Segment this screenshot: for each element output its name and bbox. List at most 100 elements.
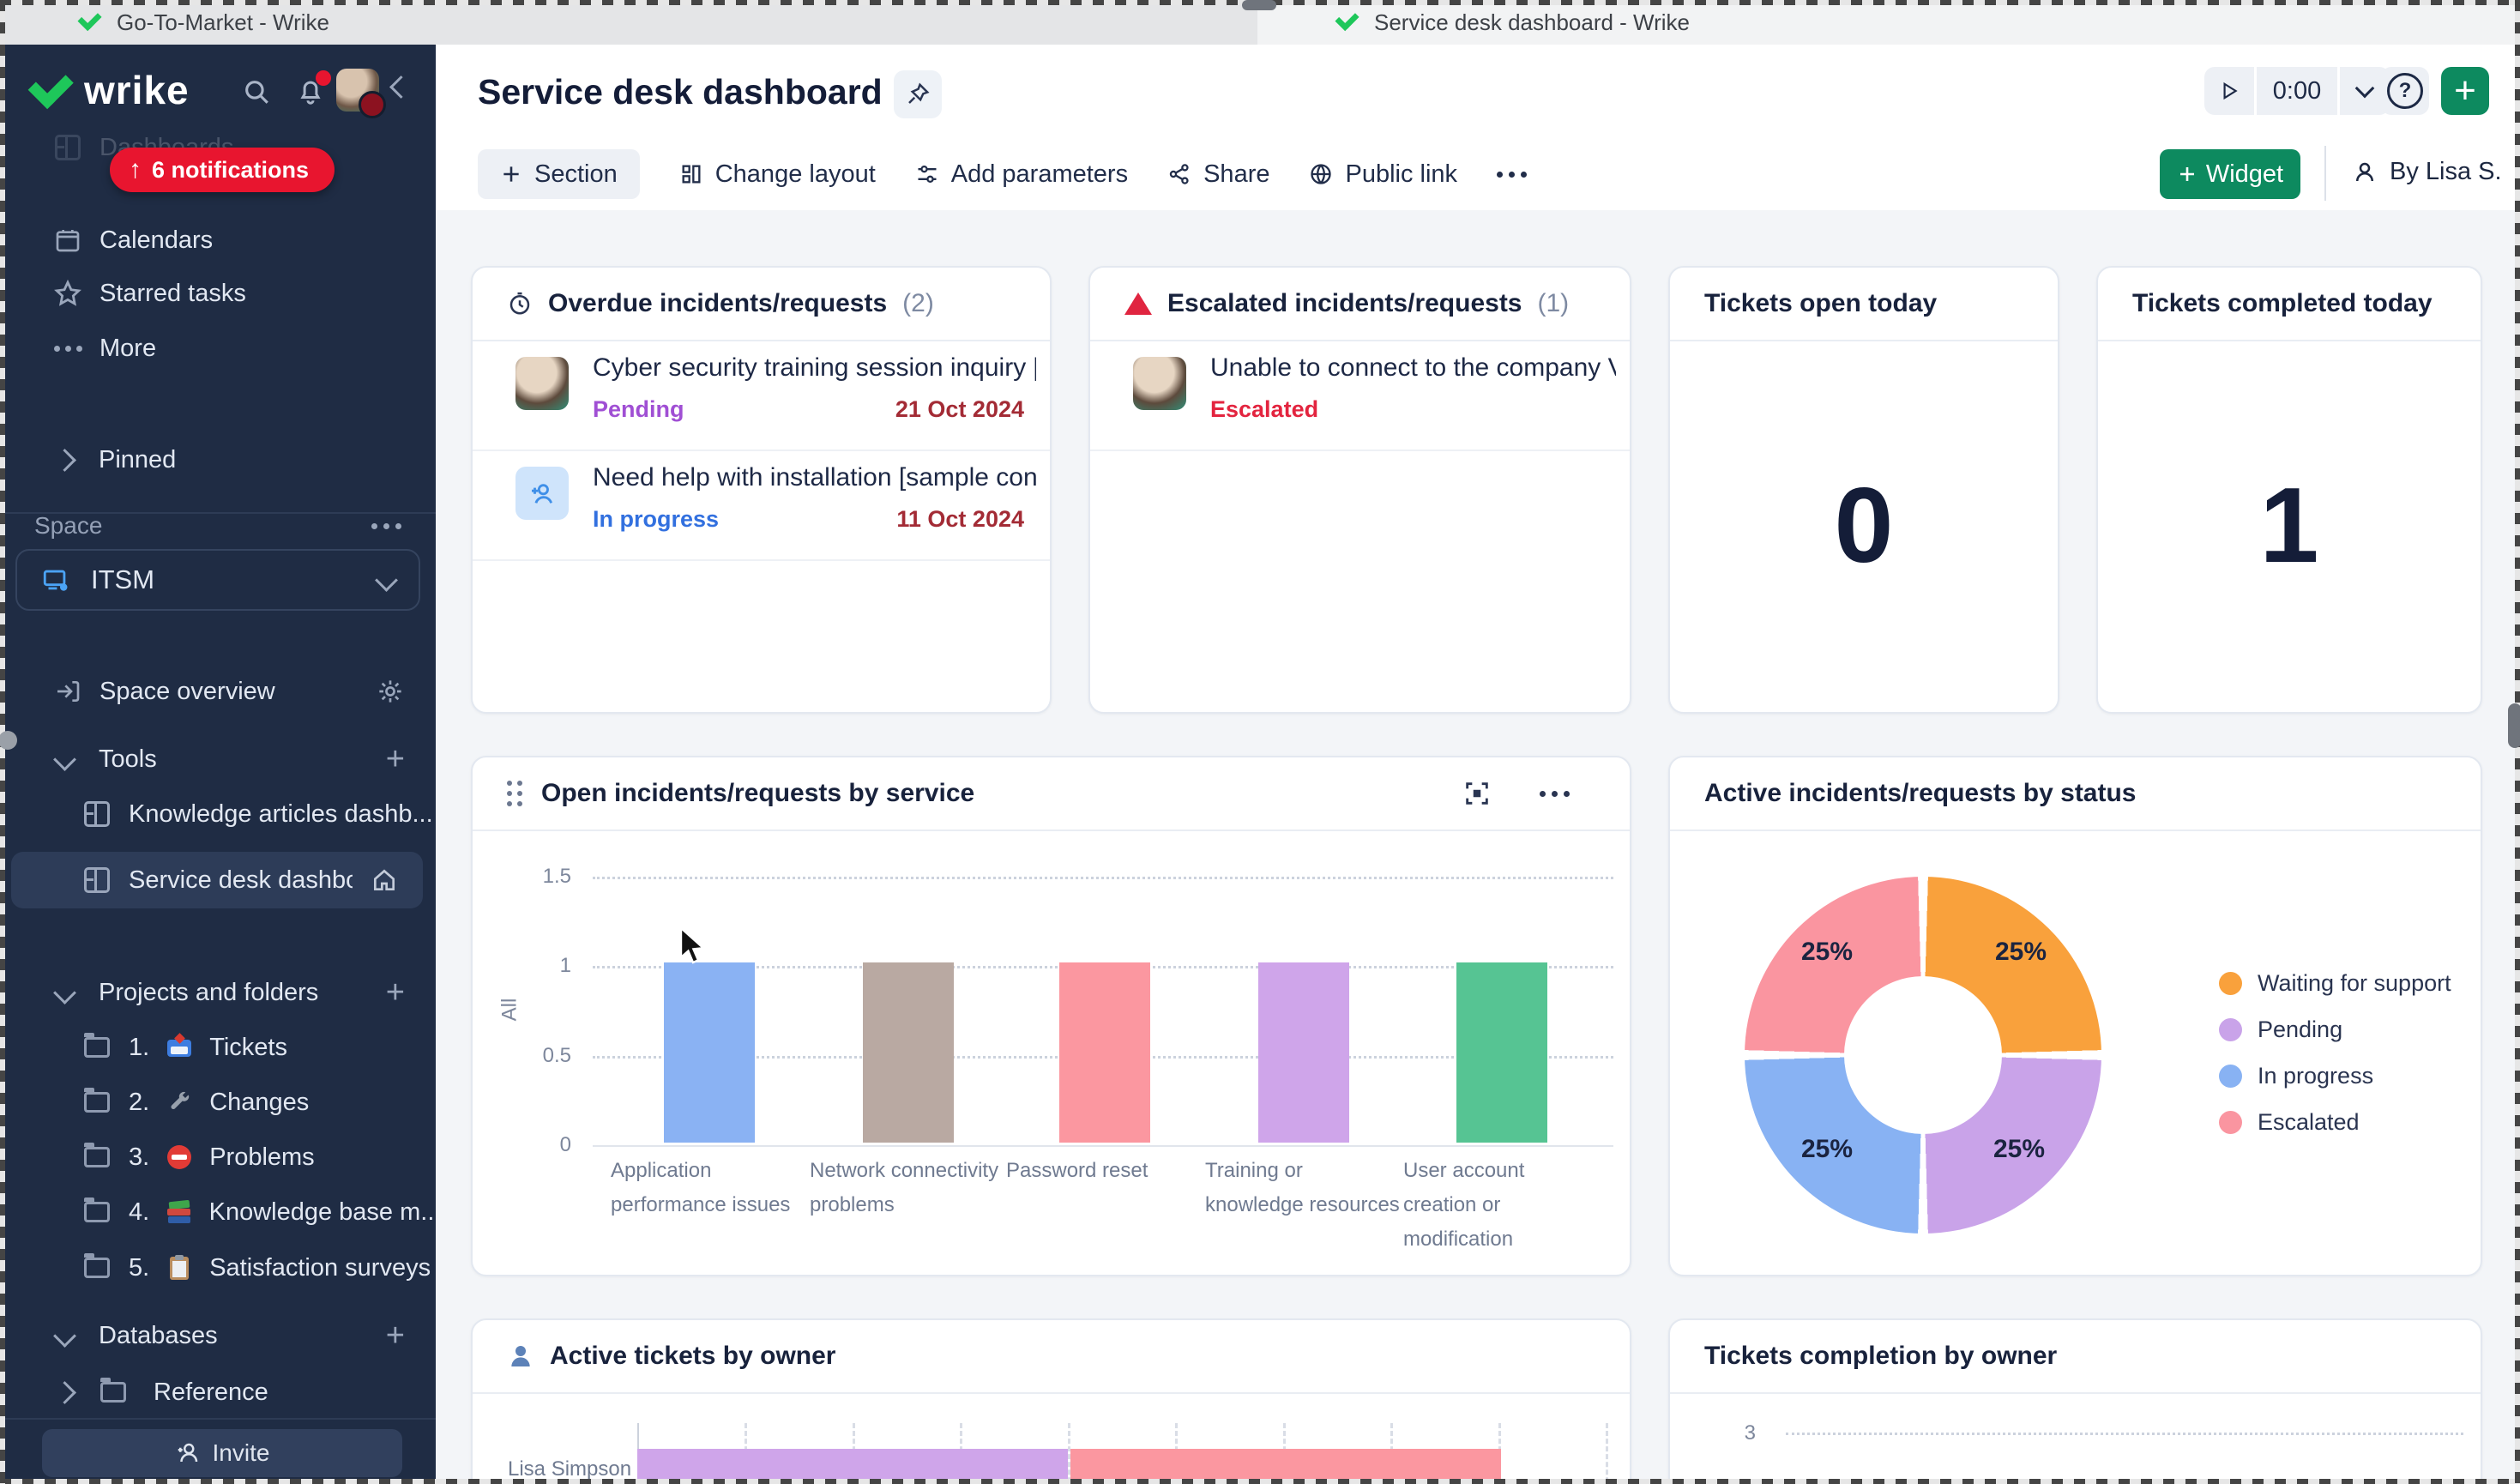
legend-dot [2219, 1065, 2242, 1088]
space-selector[interactable]: ITSM [15, 549, 420, 611]
space-name: ITSM [91, 564, 154, 595]
sidebar-item-satisfaction-surveys[interactable]: 5. Satisfaction surveys [0, 1247, 436, 1288]
timer-group: 0:00 [2204, 67, 2390, 115]
sidebar-item-starred-tasks[interactable]: Starred tasks [0, 273, 436, 314]
sidebar-item-more[interactable]: More [0, 328, 436, 369]
sidebar-item-service-desk-dashboard[interactable]: Service desk dashbo... [11, 852, 423, 908]
sidebar-section-pinned[interactable]: Pinned [0, 439, 436, 480]
legend-item[interactable]: Pending [2219, 1010, 2342, 1048]
public-link-button[interactable]: Public link [1309, 160, 1457, 189]
task-row[interactable]: Need help with installation [sample cont… [473, 449, 1050, 561]
sidebar-item-space-overview[interactable]: Space overview [0, 671, 436, 712]
widget-overdue-incidents: Overdue incidents/requests (2) Cyber sec… [471, 266, 1052, 714]
y-tick: 0 [520, 1133, 571, 1157]
chevron-right-icon [53, 449, 76, 472]
legend-item[interactable]: In progress [2219, 1057, 2373, 1095]
add-tool-icon[interactable]: + [386, 743, 405, 775]
share-button[interactable]: Share [1167, 160, 1269, 189]
sidebar-item-reference[interactable]: Reference [0, 1372, 436, 1413]
arrow-up-icon: ↑ [129, 155, 142, 184]
folder-icon [82, 1197, 112, 1227]
pin-button[interactable] [894, 70, 942, 118]
add-database-icon[interactable]: + [386, 1319, 405, 1352]
change-layout-button[interactable]: Change layout [679, 160, 876, 189]
layout-icon [679, 162, 703, 186]
plus-icon [500, 163, 522, 185]
task-row[interactable]: Cyber security training session inquiry … [473, 340, 1050, 451]
sidebar-section-projects[interactable]: Projects and folders + [0, 972, 436, 1013]
capture-handle-right[interactable] [2508, 703, 2520, 748]
dashboard-icon [82, 866, 112, 895]
notifications-bell-icon[interactable] [295, 75, 326, 106]
globe-icon [1309, 162, 1333, 186]
browser-tab-gtm[interactable]: Go-To-Market - Wrike [0, 0, 1257, 45]
recording-badge [359, 91, 386, 118]
space-overview-icon [53, 677, 82, 706]
tab-title: Service desk dashboard - Wrike [1374, 9, 1690, 36]
folder-icon [82, 1033, 112, 1062]
legend-item[interactable]: Escalated [2219, 1103, 2360, 1141]
metric-value: 1 [2098, 340, 2481, 712]
search-icon[interactable] [242, 77, 271, 106]
person-icon [2352, 160, 2378, 185]
sidebar-item-calendars[interactable]: Calendars [0, 220, 436, 261]
bar-password[interactable] [1059, 962, 1150, 1143]
itsm-space-icon [41, 565, 70, 594]
add-parameters-button[interactable]: Add parameters [915, 160, 1128, 189]
collapse-sidebar-icon[interactable] [393, 79, 409, 95]
wrike-logo[interactable]: wrike [27, 67, 190, 113]
add-project-icon[interactable]: + [386, 976, 405, 1009]
y-tick: 0.5 [520, 1044, 571, 1068]
legend-item[interactable]: Waiting for support [2219, 964, 2451, 1002]
help-group: ? [2381, 67, 2429, 115]
sidebar-item-knowledge-base[interactable]: 4. Knowledge base m... [0, 1191, 436, 1233]
timer-value[interactable]: 0:00 [2257, 67, 2337, 115]
sidebar-section-tools[interactable]: Tools + [0, 739, 436, 780]
y-tick: 1 [520, 954, 571, 978]
play-button[interactable] [2204, 67, 2254, 115]
bar-application[interactable] [664, 962, 755, 1143]
owner-label: Lisa Simpson [508, 1457, 631, 1481]
sidebar-item-changes[interactable]: 2. Changes [0, 1082, 436, 1123]
space-menu-icon[interactable] [371, 523, 401, 529]
capture-handle-top[interactable] [1242, 0, 1276, 10]
notification-dot [316, 70, 331, 86]
avatar [1133, 357, 1186, 410]
bar-network[interactable] [863, 962, 954, 1143]
metric-value: 0 [1670, 340, 2058, 712]
gear-icon[interactable] [376, 677, 405, 706]
user-avatar[interactable] [336, 69, 379, 112]
warning-triangle-icon [1124, 293, 1152, 315]
donut-label: 25% [1801, 938, 1853, 967]
chevron-down-icon [53, 981, 76, 1004]
status-badge: Pending [593, 396, 684, 423]
sidebar-item-problems[interactable]: 3. Problems [0, 1137, 436, 1178]
y-tick: 1.5 [520, 865, 571, 889]
bar-training[interactable] [1258, 962, 1349, 1143]
add-section-button[interactable]: Section [478, 149, 640, 199]
sidebar-section-databases[interactable]: Databases + [0, 1315, 436, 1356]
status-badge: Escalated [1210, 396, 1318, 423]
add-widget-button[interactable]: Widget [2160, 149, 2300, 199]
invite-button[interactable]: Invite [42, 1429, 402, 1477]
capture-border-bottom [0, 1479, 2520, 1484]
task-row[interactable]: Unable to connect to the company VPN [sa… [1090, 340, 1630, 451]
chevron-right-icon [53, 1381, 76, 1404]
toolbar-more-icon[interactable] [1497, 172, 1527, 178]
widget-header: Active incidents/requests by status [1670, 757, 2481, 831]
chevron-down-icon [375, 569, 398, 592]
help-button[interactable]: ? [2381, 67, 2429, 115]
bar-user-account[interactable] [1456, 962, 1547, 1143]
notifications-pill[interactable]: ↑ 6 notifications [110, 148, 335, 192]
author-button[interactable]: By Lisa S. [2352, 158, 2502, 186]
sidebar-item-knowledge-articles-dashboard[interactable]: Knowledge articles dashb... [0, 793, 436, 835]
browser-tab-service-desk[interactable]: Service desk dashboard - Wrike [1257, 0, 2520, 45]
widget-open-by-service: Open incidents/requests by service 1.5 1… [471, 756, 1631, 1276]
mouse-cursor [678, 926, 712, 966]
header-divider [2324, 146, 2326, 201]
sidebar-divider [0, 1418, 436, 1420]
tab-title: Go-To-Market - Wrike [117, 9, 329, 36]
sidebar: wrike Dashboards ↑ 6 notifications Calen… [0, 45, 436, 1484]
global-add-button[interactable]: + [2441, 67, 2489, 115]
sidebar-item-tickets[interactable]: 1. Tickets [0, 1027, 436, 1068]
